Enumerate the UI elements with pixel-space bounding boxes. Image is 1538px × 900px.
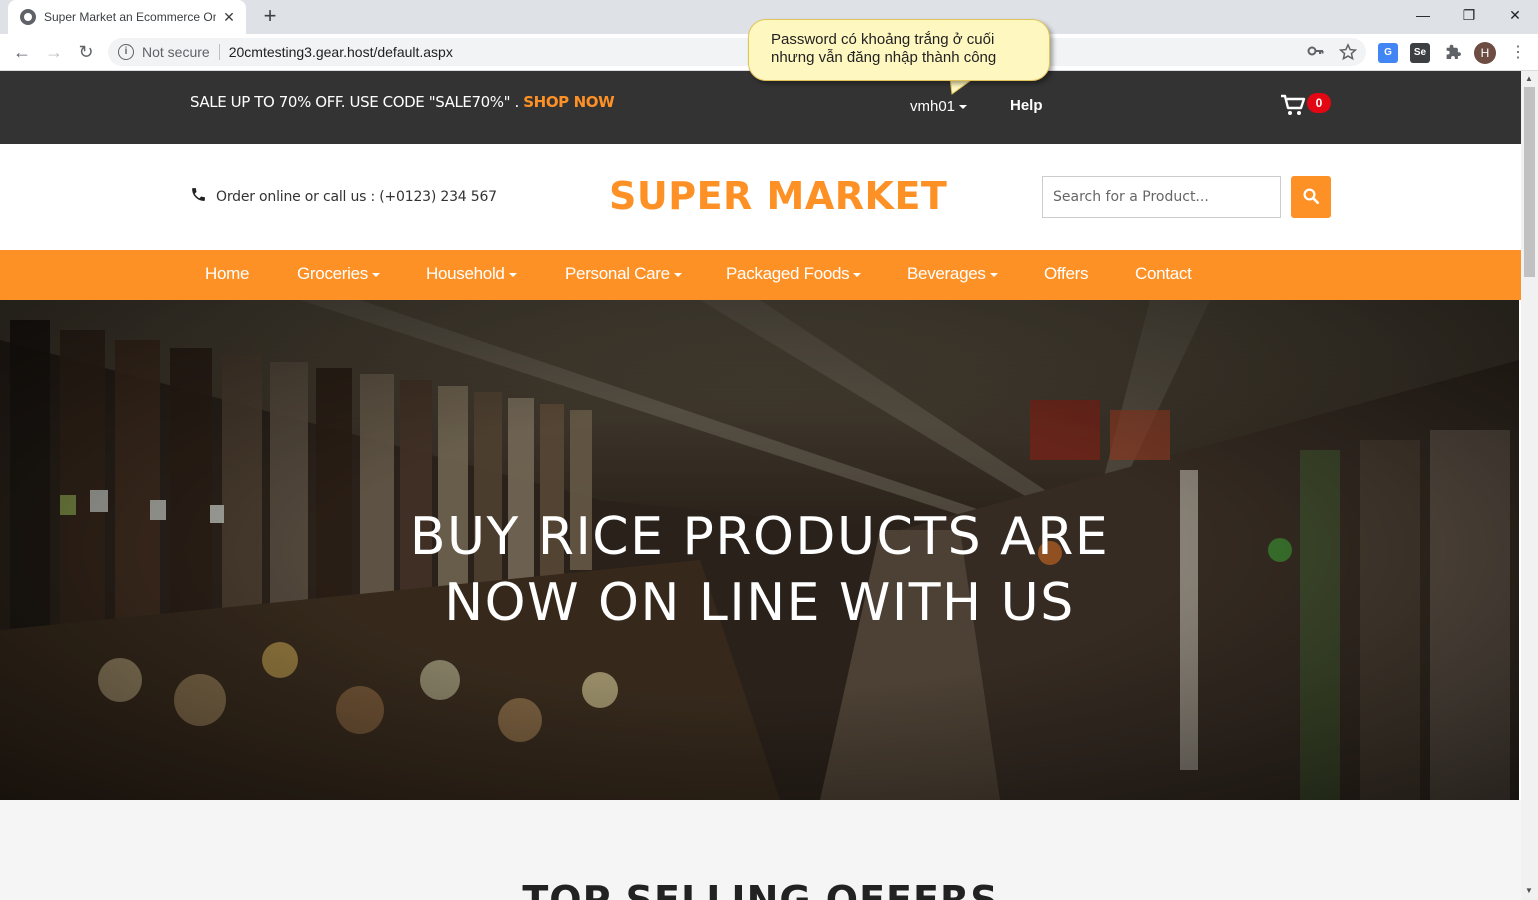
hero-banner: BUY RICE PRODUCTS ARE NOW ON LINE WITH U… bbox=[0, 300, 1519, 800]
nav-label: Offers bbox=[1044, 264, 1089, 283]
product-search-input[interactable] bbox=[1042, 176, 1281, 218]
annotation-line-1: Password có khoảng trắng ở cuối bbox=[771, 31, 995, 48]
annotation-line-2: nhưng vẫn đăng nhập thành công bbox=[771, 49, 997, 66]
nav-contact[interactable]: Contact bbox=[1135, 264, 1192, 284]
contact-phone-text: Order online or call us : (+0123) 234 56… bbox=[216, 189, 497, 205]
restore-button[interactable]: ❐ bbox=[1446, 0, 1492, 30]
nav-personal-care[interactable]: Personal Care bbox=[565, 264, 682, 284]
chevron-down-icon bbox=[673, 272, 682, 277]
tab-title: Super Market an Ecommerce Online bbox=[44, 10, 216, 24]
translate-extension-icon[interactable]: G bbox=[1378, 43, 1398, 63]
forward-icon[interactable]: → bbox=[42, 40, 66, 64]
nav-groceries[interactable]: Groceries bbox=[297, 264, 380, 284]
close-tab-icon[interactable]: ✕ bbox=[222, 9, 236, 26]
scrollbar-thumb[interactable] bbox=[1524, 87, 1535, 277]
hero-line-2: NOW ON LINE WITH US bbox=[444, 573, 1075, 633]
user-account-menu[interactable]: vmh01 bbox=[910, 98, 968, 115]
chevron-down-icon bbox=[959, 105, 968, 110]
scroll-up-icon[interactable]: ▲ bbox=[1525, 74, 1533, 83]
puzzle-icon[interactable] bbox=[1443, 44, 1463, 62]
key-icon[interactable] bbox=[1306, 44, 1326, 58]
cart-count-badge: 0 bbox=[1307, 93, 1331, 113]
annotation-callout: Password có khoảng trắng ở cuối nhưng vẫ… bbox=[748, 19, 1050, 81]
chevron-down-icon bbox=[372, 272, 380, 277]
site-header: Order online or call us : (+0123) 234 56… bbox=[0, 144, 1521, 250]
search-button[interactable] bbox=[1291, 176, 1331, 218]
nav-beverages[interactable]: Beverages bbox=[907, 264, 998, 284]
back-icon[interactable]: ← bbox=[10, 40, 34, 64]
divider bbox=[218, 44, 220, 60]
chevron-down-icon bbox=[853, 272, 862, 277]
username-label: vmh01 bbox=[910, 98, 956, 115]
nav-household[interactable]: Household bbox=[426, 264, 517, 284]
nav-label: Beverages bbox=[907, 264, 986, 283]
main-navigation: Home Groceries Household Personal Care P… bbox=[0, 250, 1521, 300]
shopping-cart-icon bbox=[1281, 94, 1306, 115]
info-icon[interactable]: i bbox=[118, 44, 134, 60]
url-text[interactable]: 20cmtesting3.gear.host/default.aspx bbox=[229, 44, 453, 60]
browser-menu-icon[interactable]: ⋮ bbox=[1510, 42, 1526, 64]
nav-label: Home bbox=[205, 264, 250, 283]
browser-tab[interactable]: Super Market an Ecommerce Online ✕ bbox=[8, 0, 246, 34]
web-page: SALE UP TO 70% OFF. USE CODE "SALE70%" .… bbox=[0, 71, 1521, 900]
new-tab-button[interactable]: + bbox=[258, 5, 282, 29]
window-close-button[interactable]: ✕ bbox=[1492, 0, 1538, 30]
scroll-down-icon[interactable]: ▼ bbox=[1525, 886, 1533, 895]
section-heading: TOP SELLING OFFERS bbox=[522, 878, 999, 900]
selenium-extension-icon[interactable]: Se bbox=[1410, 43, 1430, 63]
nav-label: Groceries bbox=[297, 264, 368, 283]
shop-now-link[interactable]: SHOP NOW bbox=[523, 93, 614, 111]
site-logo[interactable]: SUPER MARKET bbox=[609, 174, 947, 218]
nav-label: Packaged Foods bbox=[726, 264, 850, 283]
profile-avatar[interactable]: H bbox=[1474, 42, 1496, 64]
search-icon bbox=[1303, 188, 1320, 204]
security-indicator[interactable]: Not secure bbox=[142, 44, 210, 60]
help-link[interactable]: Help bbox=[1010, 97, 1043, 114]
promo-text: SALE UP TO 70% OFF. USE CODE "SALE70%" . bbox=[190, 93, 524, 111]
nav-offers[interactable]: Offers bbox=[1044, 264, 1088, 284]
chevron-down-icon bbox=[989, 272, 998, 277]
nav-label: Personal Care bbox=[565, 264, 670, 283]
nav-packaged-foods[interactable]: Packaged Foods bbox=[726, 264, 862, 284]
cart-button[interactable]: 0 bbox=[1280, 93, 1331, 122]
promo-banner: SALE UP TO 70% OFF. USE CODE "SALE70%" .… bbox=[190, 93, 615, 111]
nav-label: Contact bbox=[1135, 264, 1192, 283]
top-selling-section: TOP SELLING OFFERS bbox=[0, 800, 1521, 900]
minimize-button[interactable]: — bbox=[1400, 0, 1446, 30]
phone-icon bbox=[192, 188, 205, 201]
promo-top-bar: SALE UP TO 70% OFF. USE CODE "SALE70%" .… bbox=[0, 71, 1521, 144]
star-icon[interactable] bbox=[1338, 43, 1358, 61]
hero-heading: BUY RICE PRODUCTS ARE NOW ON LINE WITH U… bbox=[0, 504, 1519, 636]
globe-icon bbox=[20, 9, 36, 25]
nav-label: Household bbox=[426, 264, 505, 283]
reload-icon[interactable]: ↻ bbox=[74, 40, 98, 64]
address-bar[interactable]: i Not secure 20cmtesting3.gear.host/defa… bbox=[108, 38, 1366, 66]
chevron-down-icon bbox=[508, 272, 517, 277]
nav-home[interactable]: Home bbox=[205, 264, 249, 284]
hero-line-1: BUY RICE PRODUCTS ARE bbox=[409, 507, 1110, 567]
page-scrollbar[interactable]: ▲ ▼ bbox=[1521, 71, 1538, 900]
